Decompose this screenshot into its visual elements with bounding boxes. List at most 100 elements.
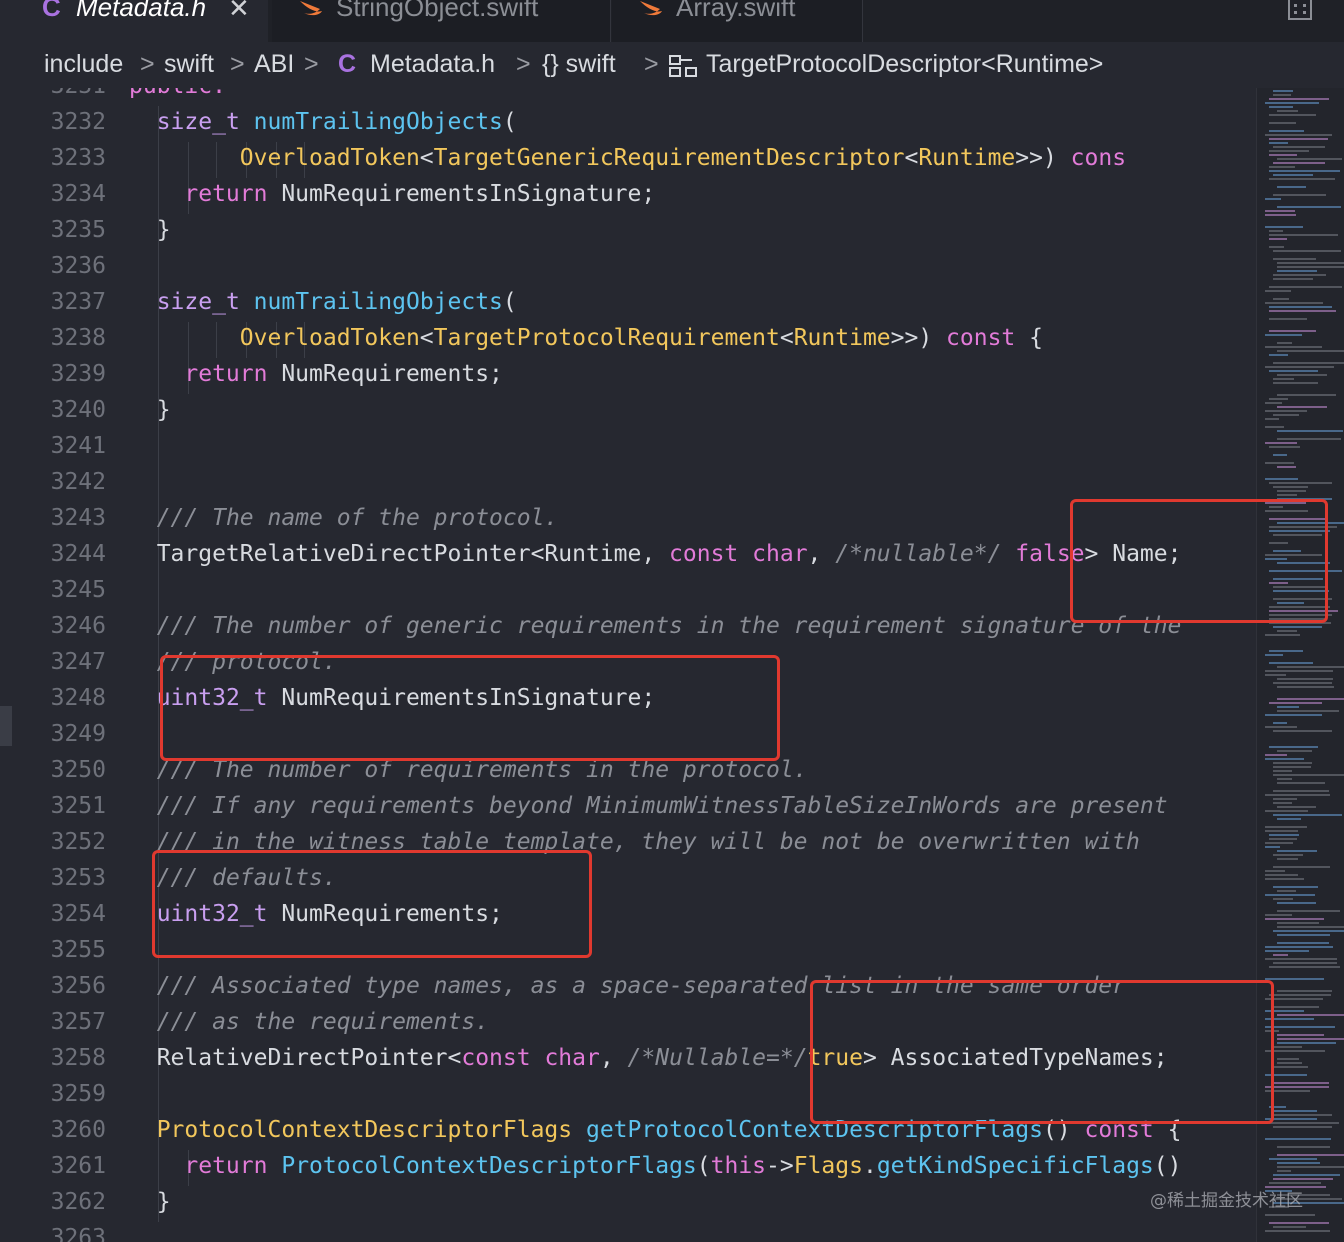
minimap-line — [1269, 1122, 1339, 1124]
minimap-line — [1277, 926, 1344, 928]
minimap-line — [1265, 334, 1302, 336]
minimap-line — [1265, 830, 1298, 832]
code-token: getKindSpecificFlags — [876, 1153, 1154, 1179]
code-text: /// The name of the protocol. — [129, 505, 559, 531]
minimap-line — [1269, 446, 1300, 448]
minimap-line — [1273, 378, 1294, 380]
breadcrumb-item-metadata-h[interactable]: Metadata.h — [370, 50, 495, 79]
minimap-line — [1277, 706, 1299, 708]
tab-array-swift[interactable]: Array.swift — [612, 0, 863, 42]
highlight-box — [810, 980, 1274, 1124]
line-number: 3233 — [50, 145, 106, 171]
code-token: ProtocolContextDescriptorFlags — [281, 1153, 697, 1179]
breadcrumb-item-include[interactable]: include — [44, 50, 123, 79]
code-line[interactable]: 3262 } — [0, 1186, 1256, 1222]
code-token: , — [807, 541, 836, 567]
minimap-line — [1269, 178, 1335, 180]
code-line[interactable]: 3263 — [0, 1222, 1256, 1242]
code-line[interactable]: 3231 public: — [0, 88, 1256, 106]
code-line[interactable]: 3243 /// The name of the protocol. — [0, 502, 1256, 538]
minimap-line — [1269, 702, 1322, 704]
split-editor-icon[interactable] — [1288, 0, 1312, 20]
minimap-line — [1265, 102, 1319, 104]
code-line[interactable]: 3237 size_t numTrailingObjects( — [0, 286, 1256, 322]
minimap-line — [1273, 1178, 1333, 1180]
code-line[interactable]: 3235 } — [0, 214, 1256, 250]
minimap-line — [1269, 746, 1318, 748]
minimap-line — [1269, 98, 1329, 100]
code-line[interactable]: 3245 — [0, 574, 1256, 610]
tab-metadata-h[interactable]: C Metadata.h ✕ — [0, 0, 268, 42]
swift-icon — [640, 1, 662, 16]
minimap-line — [1269, 966, 1340, 968]
code-line[interactable]: 3240 } — [0, 394, 1256, 430]
line-number: 3260 — [50, 1117, 106, 1143]
minimap-line — [1265, 894, 1315, 896]
minimap-line — [1277, 394, 1336, 396]
indent-guide — [158, 718, 159, 754]
minimap-line — [1269, 1158, 1317, 1160]
code-token: } — [129, 397, 171, 423]
code-token: cons — [1070, 145, 1127, 171]
code-line[interactable]: 3234 return NumRequirementsInSignature; — [0, 178, 1256, 214]
code-token: } — [129, 1189, 171, 1215]
tab-label: StringObject.swift — [336, 0, 539, 22]
code-token: /*nullable*/ — [835, 541, 1002, 567]
minimap-line — [1273, 866, 1330, 868]
code-line[interactable]: 3232 size_t numTrailingObjects( — [0, 106, 1256, 142]
breadcrumb-item-abi[interactable]: ABI — [254, 50, 294, 79]
line-number: 3240 — [50, 397, 106, 423]
minimap-line — [1265, 210, 1295, 212]
code-line[interactable]: 3244 TargetRelativeDirectPointer<Runtime… — [0, 538, 1256, 574]
minimap-line — [1265, 1138, 1331, 1140]
code-line[interactable]: 3233 OverloadToken<TargetGenericRequirem… — [0, 142, 1256, 178]
minimap-line — [1265, 1214, 1315, 1216]
code-token: ( — [502, 289, 517, 315]
minimap-line — [1269, 286, 1342, 288]
minimap-line — [1273, 762, 1312, 764]
minimap-line — [1265, 214, 1296, 216]
code-token: numTrailingObjects — [253, 109, 503, 135]
minimap-line — [1273, 898, 1293, 900]
minimap-line — [1269, 354, 1288, 356]
minimap-line — [1277, 186, 1306, 188]
minimap-line — [1269, 106, 1293, 108]
minimap-line — [1277, 490, 1306, 492]
minimap-line — [1273, 730, 1332, 732]
breadcrumb-item-swift[interactable]: swift — [164, 50, 214, 79]
code-line[interactable]: 3261 return ProtocolContextDescriptorFla… — [0, 1150, 1256, 1186]
code-line[interactable]: 3236 — [0, 250, 1256, 286]
indent-guide — [158, 1078, 159, 1114]
line-number: 3252 — [50, 829, 106, 855]
minimap-line — [1277, 710, 1339, 712]
code-token: size_t — [156, 289, 240, 315]
minimap-line — [1273, 1082, 1329, 1084]
breadcrumb-item-namespace[interactable]: {} swift — [542, 50, 616, 79]
code-line[interactable]: 3246 /// The number of generic requireme… — [0, 610, 1256, 646]
indent-guide — [158, 574, 159, 610]
code-line[interactable]: 3242 — [0, 466, 1256, 502]
code-line[interactable]: 3238 OverloadToken<TargetProtocolRequire… — [0, 322, 1256, 358]
minimap-line — [1265, 426, 1284, 428]
minimap-line — [1269, 230, 1283, 232]
minimap-line — [1265, 462, 1294, 464]
breadcrumb-item-struct[interactable]: TargetProtocolDescriptor<Runtime> — [706, 50, 1103, 79]
code-token: < — [419, 145, 434, 171]
close-icon[interactable]: ✕ — [228, 0, 250, 24]
minimap-line — [1273, 722, 1287, 724]
minimap-line — [1269, 130, 1304, 132]
code-line[interactable]: 3241 — [0, 430, 1256, 466]
tab-stringobject-swift[interactable]: StringObject.swift — [272, 0, 611, 42]
code-text: size_t numTrailingObjects( — [129, 289, 517, 315]
minimap-line — [1277, 158, 1342, 160]
minimap-line — [1277, 750, 1312, 752]
code-line[interactable]: 3239 return NumRequirements; — [0, 358, 1256, 394]
minimap-line — [1277, 922, 1319, 924]
code-token: const — [946, 325, 1016, 351]
code-line[interactable]: 3251 /// If any requirements beyond Mini… — [0, 790, 1256, 826]
